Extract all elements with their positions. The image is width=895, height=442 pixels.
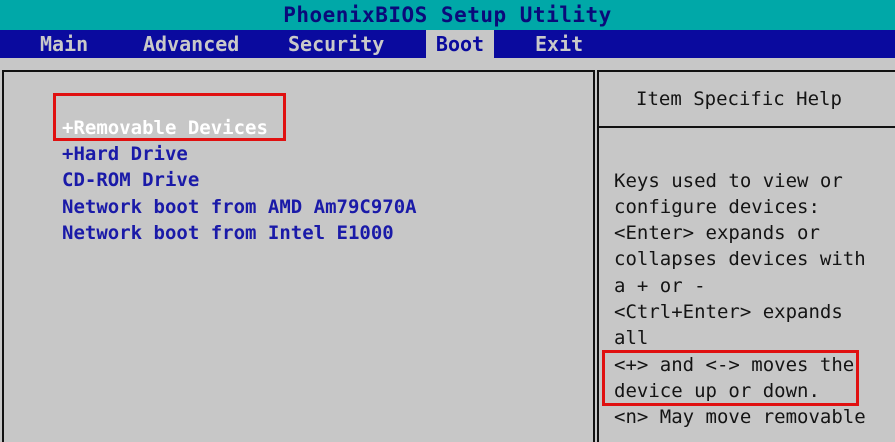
boot-item-network-intel[interactable]: Network boot from Intel E1000 <box>62 220 394 246</box>
menu-exit[interactable]: Exit <box>535 30 583 58</box>
help-line: <Enter> expands or <box>614 222 820 244</box>
help-line: all <box>614 327 649 349</box>
highlight-box-selected-item <box>53 93 286 141</box>
help-title-area: Item Specific Help <box>599 72 895 128</box>
help-line: collapses devices with <box>614 248 866 270</box>
menu-boot[interactable]: Boot <box>426 30 494 58</box>
help-line: a + or - <box>614 275 706 297</box>
help-line: <n> May move removable <box>614 406 866 428</box>
boot-item-hard-drive[interactable]: +Hard Drive <box>62 141 188 167</box>
menu-main[interactable]: Main <box>40 30 88 58</box>
window-title: PhoenixBIOS Setup Utility <box>0 0 895 30</box>
boot-item-cdrom-drive[interactable]: CD-ROM Drive <box>62 167 199 193</box>
help-line: <Ctrl+Enter> expands <box>614 301 843 323</box>
help-line: configure devices: <box>614 196 820 218</box>
boot-item-network-amd[interactable]: Network boot from AMD Am79C970A <box>62 194 417 220</box>
menu-security[interactable]: Security <box>288 30 384 58</box>
menu-advanced[interactable]: Advanced <box>143 30 239 58</box>
highlight-box-help-move <box>602 350 859 406</box>
help-title: Item Specific Help <box>636 88 842 110</box>
help-line: Keys used to view or <box>614 170 843 192</box>
menu-bar: Main Advanced Security Boot Exit <box>0 30 895 58</box>
